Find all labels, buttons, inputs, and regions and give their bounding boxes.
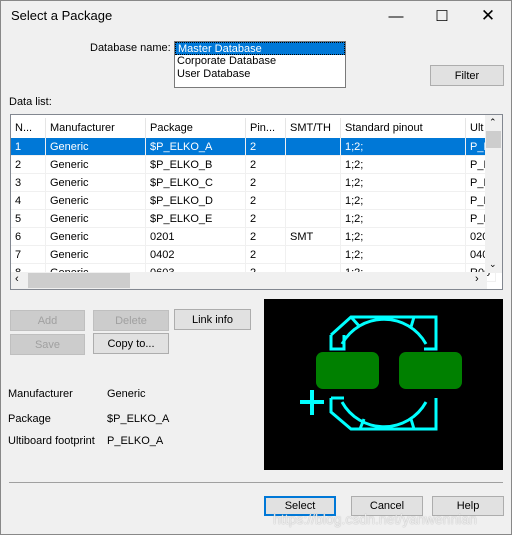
footprint-preview: [264, 299, 503, 470]
table-cell: 2: [246, 210, 286, 228]
save-button[interactable]: Save: [10, 334, 85, 355]
window-title: Select a Package: [11, 8, 113, 23]
minimize-icon[interactable]: —: [373, 1, 419, 31]
package-value: $P_ELKO_A: [107, 413, 170, 425]
scroll-down-icon[interactable]: ⌄: [489, 259, 497, 270]
database-option[interactable]: Master Database: [175, 42, 345, 55]
pad-1: [316, 352, 379, 389]
column-header[interactable]: Pin...: [246, 118, 286, 138]
silkscreen-top: [329, 315, 438, 351]
database-name-label: Database name:: [90, 42, 171, 54]
scroll-up-icon[interactable]: ⌃: [489, 117, 497, 128]
scroll-left-icon[interactable]: ‹: [15, 273, 19, 285]
pad-2: [399, 352, 462, 389]
table-cell: Generic: [46, 156, 146, 174]
table-cell: 2: [246, 228, 286, 246]
origin-cross: [300, 390, 324, 415]
data-list-table[interactable]: N... Manufacturer Package Pin... SMT/TH Stand…: [10, 114, 503, 290]
table-cell: 1;2;: [341, 192, 466, 210]
filter-button[interactable]: Filter: [430, 65, 504, 86]
table-cell: [286, 210, 341, 228]
manufacturer-value: Generic: [107, 388, 146, 400]
column-header[interactable]: N...: [11, 118, 46, 138]
table-cell: [286, 246, 341, 264]
table-cell: Generic: [46, 228, 146, 246]
add-button[interactable]: Add: [10, 310, 85, 331]
scroll-thumb[interactable]: [28, 273, 130, 288]
table-row[interactable]: 3 Generic $P_ELKO_C 2 1;2; P_E: [11, 174, 496, 192]
table-cell: 1;2;: [341, 246, 466, 264]
table-cell: 2: [246, 246, 286, 264]
watermark: https://blog.csdn.net/yanwennian: [273, 511, 477, 527]
table-cell: [286, 138, 341, 156]
data-list-label: Data list:: [9, 96, 52, 108]
table-cell: 1: [11, 138, 46, 156]
table-cell: 6: [11, 228, 46, 246]
table-cell: Generic: [46, 138, 146, 156]
table-header: N... Manufacturer Package Pin... SMT/TH Stand…: [11, 118, 496, 138]
separator: [9, 482, 503, 483]
horizontal-scrollbar[interactable]: ‹ ›: [11, 272, 487, 289]
table-cell: 0402: [146, 246, 246, 264]
column-header[interactable]: Package: [146, 118, 246, 138]
table-cell: 1;2;: [341, 210, 466, 228]
table-cell: Generic: [46, 246, 146, 264]
column-header[interactable]: Manufacturer: [46, 118, 146, 138]
table-cell: 1;2;: [341, 228, 466, 246]
copy-to-button[interactable]: Copy to...: [93, 333, 169, 354]
scroll-thumb[interactable]: [486, 131, 501, 148]
column-header[interactable]: SMT/TH: [286, 118, 341, 138]
database-option[interactable]: User Database: [175, 68, 345, 81]
scroll-right-icon[interactable]: ›: [475, 273, 479, 285]
close-icon[interactable]: ✕: [465, 1, 511, 31]
package-label: Package: [8, 413, 51, 425]
database-option[interactable]: Corporate Database: [175, 55, 345, 68]
database-listbox[interactable]: Master Database Corporate Database User …: [174, 41, 346, 88]
table-cell: $P_ELKO_B: [146, 156, 246, 174]
table-row[interactable]: 7 Generic 0402 2 1;2; 040: [11, 246, 496, 264]
table-cell: 7: [11, 246, 46, 264]
table-row[interactable]: 4 Generic $P_ELKO_D 2 1;2; P_E: [11, 192, 496, 210]
table-row[interactable]: 1 Generic $P_ELKO_A 2 1;2; P_E: [11, 138, 496, 156]
footprint-value: P_ELKO_A: [107, 435, 164, 447]
table-row[interactable]: 5 Generic $P_ELKO_E 2 1;2; P_E: [11, 210, 496, 228]
table-cell: 5: [11, 210, 46, 228]
table-cell: $P_ELKO_D: [146, 192, 246, 210]
table-cell: $P_ELKO_C: [146, 174, 246, 192]
table-cell: SMT: [286, 228, 341, 246]
table-row[interactable]: 6 Generic 0201 2 SMT 1;2; 020: [11, 228, 496, 246]
table-cell: 1;2;: [341, 156, 466, 174]
table-cell: $P_ELKO_E: [146, 210, 246, 228]
table-cell: [286, 174, 341, 192]
vertical-scrollbar[interactable]: ⌃ ⌄: [485, 115, 502, 273]
footprint-label: Ultiboard footprint: [8, 435, 95, 447]
table-cell: 4: [11, 192, 46, 210]
column-header[interactable]: Standard pinout: [341, 118, 466, 138]
table-cell: 2: [246, 156, 286, 174]
table-cell: 2: [246, 192, 286, 210]
table-cell: 3: [11, 174, 46, 192]
silkscreen-bottom: [329, 396, 438, 431]
footprint-drawing: [300, 315, 462, 431]
table-cell: Generic: [46, 174, 146, 192]
delete-button[interactable]: Delete: [93, 310, 169, 331]
table-cell: 2: [246, 174, 286, 192]
table-cell: 1;2;: [341, 174, 466, 192]
table-cell: 2: [246, 138, 286, 156]
manufacturer-label: Manufacturer: [8, 388, 73, 400]
table-row[interactable]: 2 Generic $P_ELKO_B 2 1;2; P_E: [11, 156, 496, 174]
table-cell: Generic: [46, 210, 146, 228]
table-cell: 2: [11, 156, 46, 174]
link-info-button[interactable]: Link info: [174, 309, 251, 330]
table-cell: $P_ELKO_A: [146, 138, 246, 156]
table-cell: [286, 156, 341, 174]
table-cell: 1;2;: [341, 138, 466, 156]
maximize-icon[interactable]: ☐: [419, 1, 465, 31]
table-cell: 0201: [146, 228, 246, 246]
table-cell: Generic: [46, 192, 146, 210]
table-cell: [286, 192, 341, 210]
